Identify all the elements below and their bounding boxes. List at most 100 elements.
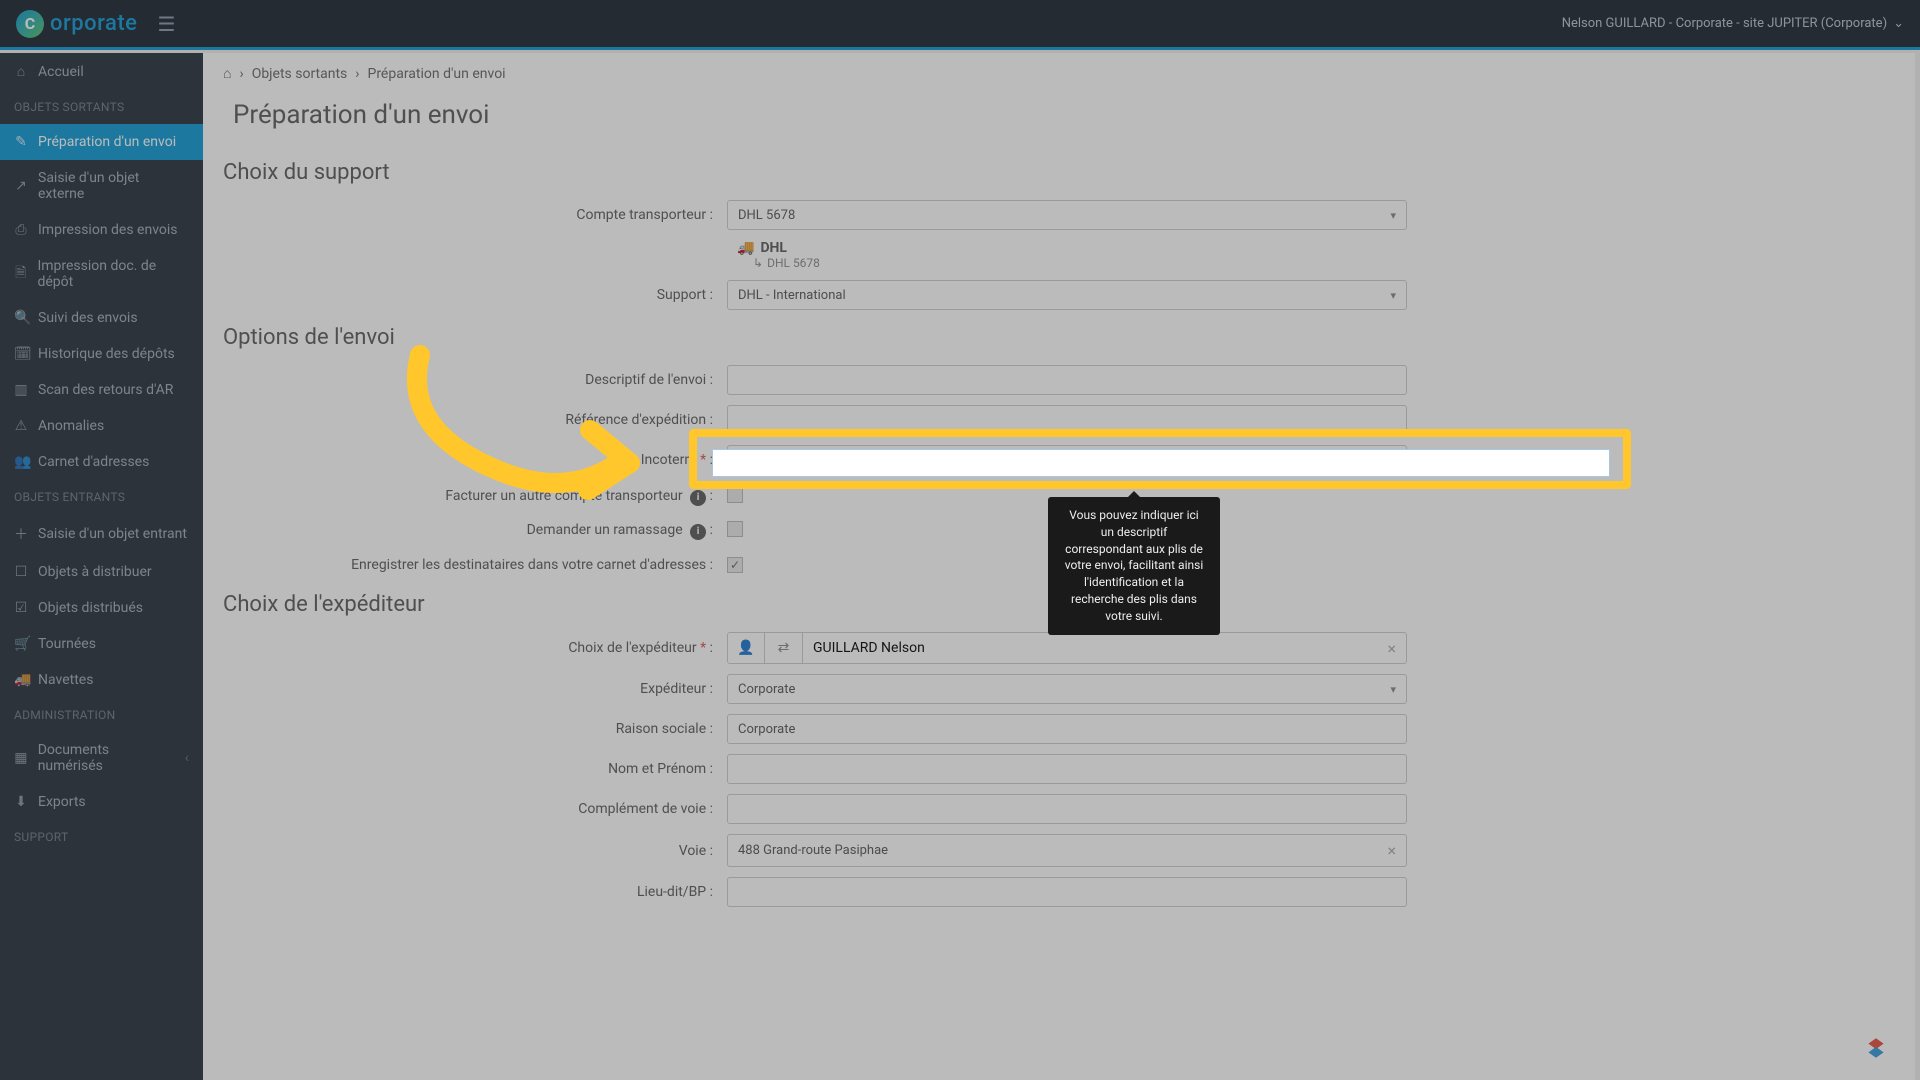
- carrier-sub-line: ↳DHL 5678: [727, 256, 1407, 270]
- sidebar-item-label: Carnet d'adresses: [38, 454, 149, 470]
- sidebar-item-print-deposit[interactable]: 🗎 Impression doc. de dépôt: [0, 248, 203, 300]
- sidebar-section-admin: ADMINISTRATION: [0, 698, 203, 732]
- input-street[interactable]: 488 Grand-route Pasiphae ×: [727, 834, 1407, 867]
- description-text-input[interactable]: [721, 454, 1601, 470]
- home-icon: ⌂: [14, 63, 28, 80]
- sidebar-item-to-distribute[interactable]: ☐Objets à distribuer: [0, 554, 203, 590]
- breadcrumb-l1[interactable]: Objets sortants: [252, 66, 348, 82]
- users-icon: 👥: [14, 454, 28, 470]
- sidebar-item-addressbook[interactable]: 👥 Carnet d'adresses: [0, 444, 203, 480]
- section-support-choice: Choix du support: [203, 150, 1915, 195]
- sidebar-item-label: Historique des dépôts: [38, 346, 175, 362]
- input-description[interactable]: [727, 365, 1407, 395]
- sidebar-home[interactable]: ⌂ Accueil: [0, 53, 203, 90]
- user-icon: 👤: [737, 640, 754, 656]
- label-addr2: Complément de voie :: [223, 801, 713, 817]
- checkbox-save-addressbook[interactable]: [727, 557, 743, 573]
- expediter-name-value: GUILLARD Nelson: [813, 640, 925, 656]
- help-float-button[interactable]: [1862, 1034, 1890, 1062]
- sidebar-item-label: Impression des envois: [38, 222, 178, 238]
- sidebar-item-exports[interactable]: ⬇ Exports: [0, 784, 203, 820]
- sidebar-section-outgoing: OBJETS SORTANTS: [0, 90, 203, 124]
- section-options: Options de l'envoi: [203, 315, 1915, 360]
- label-support: Support :: [223, 287, 713, 303]
- select-value: Corporate: [738, 682, 795, 697]
- user-label: Nelson GUILLARD - Corporate - site JUPIT…: [1562, 16, 1887, 31]
- sidebar-section-incoming: OBJETS ENTRANTS: [0, 480, 203, 514]
- document-icon: 🗎: [14, 262, 27, 286]
- input-value: Corporate: [738, 722, 795, 737]
- sidebar-item-label: Impression doc. de dépôt: [37, 258, 189, 290]
- plus-icon: ＋: [14, 524, 28, 544]
- top-header: C orporate ☰ Nelson GUILLARD - Corporate…: [0, 0, 1920, 50]
- sidebar-item-shuttles[interactable]: 🚚Navettes: [0, 662, 203, 698]
- label-company: Raison sociale :: [223, 721, 713, 737]
- sidebar-item-scanned-docs[interactable]: ▦ Documents numérisés ‹: [0, 732, 203, 784]
- breadcrumb-l2: Préparation d'un envoi: [367, 66, 505, 82]
- logo[interactable]: C orporate: [16, 10, 137, 38]
- label-pickup: Demander un ramassage i :: [223, 522, 713, 540]
- download-icon: ⬇: [14, 794, 28, 810]
- expediter-swap-button[interactable]: ⇄: [765, 632, 803, 664]
- search-icon: 🔍: [14, 310, 28, 326]
- checkbox-bill-other[interactable]: [727, 487, 743, 503]
- input-place[interactable]: [727, 877, 1407, 907]
- sidebar-item-tracking[interactable]: 🔍 Suivi des envois: [0, 300, 203, 336]
- input-company[interactable]: Corporate: [727, 714, 1407, 744]
- sidebar-item-label: Navettes: [38, 672, 93, 688]
- check-icon: ☑: [14, 600, 28, 616]
- sidebar-item-label: Objets à distribuer: [38, 564, 152, 580]
- label-incoterm: Incoterm * :: [223, 452, 713, 468]
- sidebar-item-print-ship[interactable]: ⎙ Impression des envois: [0, 212, 203, 248]
- sidebar-item-preparation[interactable]: ✎Préparation d'un envoi: [0, 124, 203, 160]
- expediter-user-button[interactable]: 👤: [727, 632, 765, 664]
- sidebar-item-history[interactable]: 🗓 Historique des dépôts: [0, 336, 203, 372]
- label-carrier-account: Compte transporteur :: [223, 207, 713, 223]
- user-menu[interactable]: Nelson GUILLARD - Corporate - site JUPIT…: [1562, 16, 1904, 31]
- breadcrumb-home[interactable]: ⌂: [223, 65, 231, 82]
- label-expediter-choice: Choix de l'expéditeur * :: [223, 640, 713, 656]
- sidebar-item-label: Suivi des envois: [38, 310, 138, 326]
- sidebar-item-external[interactable]: ↗Saisie d'un objet externe: [0, 160, 203, 212]
- select-value: DHL 5678: [738, 208, 795, 223]
- info-icon[interactable]: i: [690, 490, 706, 506]
- chevron-down-icon: ▾: [1390, 289, 1396, 302]
- select-expediter[interactable]: Corporate▾: [727, 674, 1407, 704]
- input-name[interactable]: [727, 754, 1407, 784]
- sidebar-item-scan-ar[interactable]: ▥Scan des retours d'AR: [0, 372, 203, 408]
- label-bill-other: Facturer un autre compte transporteur i …: [223, 488, 713, 506]
- input-addr2[interactable]: [727, 794, 1407, 824]
- input-ship-ref[interactable]: [727, 405, 1407, 435]
- chevron-left-icon: ‹: [185, 750, 189, 766]
- sidebar-item-label: Documents numérisés: [38, 742, 175, 774]
- sidebar-item-anomalies[interactable]: ⚠Anomalies: [0, 408, 203, 444]
- carrier-sub-value: DHL 5678: [767, 256, 820, 270]
- sidebar-item-incoming-entry[interactable]: ＋Saisie d'un objet entrant: [0, 514, 203, 554]
- sidebar-item-label: Préparation d'un envoi: [38, 134, 176, 150]
- carrier-name: DHL: [760, 240, 787, 256]
- highlighted-description-input[interactable]: [712, 449, 1610, 477]
- select-support[interactable]: DHL - International ▾: [727, 280, 1407, 310]
- checkbox-pickup[interactable]: [727, 521, 743, 537]
- sidebar-item-label: Exports: [38, 794, 86, 810]
- clear-icon[interactable]: ×: [1387, 639, 1396, 658]
- expediter-name-input[interactable]: GUILLARD Nelson ×: [803, 632, 1407, 664]
- print-icon: ⎙: [14, 222, 28, 238]
- sidebar-item-label: Saisie d'un objet externe: [38, 170, 189, 202]
- truck-icon: 🚚: [737, 240, 754, 256]
- label-name: Nom et Prénom :: [223, 761, 713, 777]
- sidebar-item-label: Accueil: [38, 64, 84, 80]
- menu-toggle-icon[interactable]: ☰: [157, 12, 175, 36]
- sidebar: ⌂ Accueil OBJETS SORTANTS ✎Préparation d…: [0, 53, 203, 1080]
- sidebar-item-label: Anomalies: [38, 418, 104, 434]
- logo-text: orporate: [50, 11, 137, 36]
- select-carrier-account[interactable]: DHL 5678 ▾: [727, 200, 1407, 230]
- info-icon[interactable]: i: [690, 524, 706, 540]
- sidebar-item-distributed[interactable]: ☑Objets distribués: [0, 590, 203, 626]
- clear-icon[interactable]: ×: [1387, 841, 1396, 860]
- calendar-icon: 🗓: [14, 346, 28, 362]
- swap-icon: ⇄: [778, 640, 790, 656]
- input-value: 488 Grand-route Pasiphae: [738, 843, 888, 858]
- grid-icon: ▦: [14, 750, 28, 766]
- sidebar-item-routes[interactable]: 🛒Tournées: [0, 626, 203, 662]
